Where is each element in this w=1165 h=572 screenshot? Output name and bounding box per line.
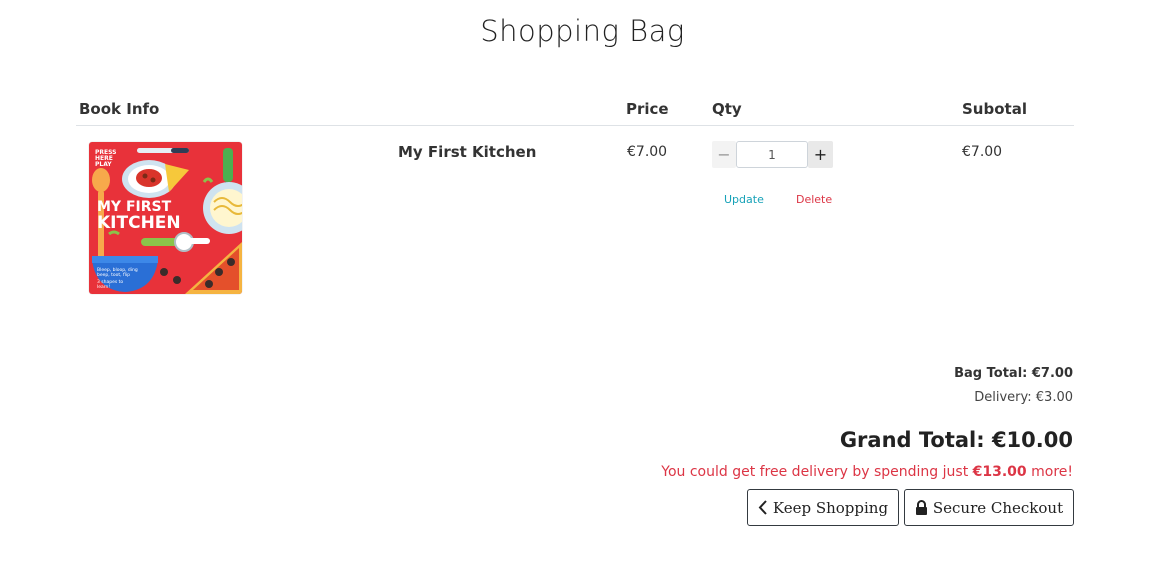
plus-icon: + — [813, 145, 828, 164]
lock-icon — [915, 500, 928, 515]
bag-total: Bag Total: €7.00 — [954, 366, 1073, 381]
header-qty: Qty — [712, 100, 742, 118]
item-price: €7.00 — [627, 144, 668, 160]
svg-text:learn!: learn! — [97, 284, 110, 290]
delivery-cost: Delivery: €3.00 — [974, 390, 1073, 405]
header-subtotal: Subotal — [962, 100, 1027, 118]
item-subtotal: €7.00 — [962, 144, 1003, 160]
increment-button[interactable]: + — [808, 141, 833, 168]
svg-text:PLAY: PLAY — [95, 161, 112, 168]
header-price: Price — [626, 100, 669, 118]
chevron-left-icon — [758, 500, 768, 515]
table-divider — [76, 125, 1074, 126]
free-delivery-suffix: more! — [1026, 464, 1073, 480]
free-delivery-message: You could get free delivery by spending … — [661, 464, 1073, 480]
free-delivery-prefix: You could get free delivery by spending … — [661, 464, 973, 480]
page-title: Shopping Bag — [480, 14, 685, 48]
header-book-info: Book Info — [79, 100, 160, 118]
minus-icon: − — [717, 145, 731, 164]
keep-shopping-label: Keep Shopping — [772, 498, 889, 517]
update-link[interactable]: Update — [724, 193, 764, 206]
svg-text:KITCHEN: KITCHEN — [97, 213, 181, 233]
secure-checkout-label: Secure Checkout — [932, 498, 1064, 517]
delete-link[interactable]: Delete — [796, 193, 832, 206]
free-delivery-amount: €13.00 — [972, 464, 1027, 480]
secure-checkout-button[interactable]: Secure Checkout — [904, 489, 1074, 526]
svg-text:beep, toot, flip: beep, toot, flip — [97, 272, 130, 278]
item-title: My First Kitchen — [398, 143, 537, 161]
quantity-input[interactable] — [736, 141, 808, 168]
keep-shopping-button[interactable]: Keep Shopping — [747, 489, 899, 526]
grand-total: Grand Total: €10.00 — [839, 428, 1073, 452]
decrement-button[interactable]: − — [712, 141, 736, 168]
book-cover-image: MY FIRST KITCHEN PRESS HERE PLAY Bleep, … — [89, 142, 242, 294]
